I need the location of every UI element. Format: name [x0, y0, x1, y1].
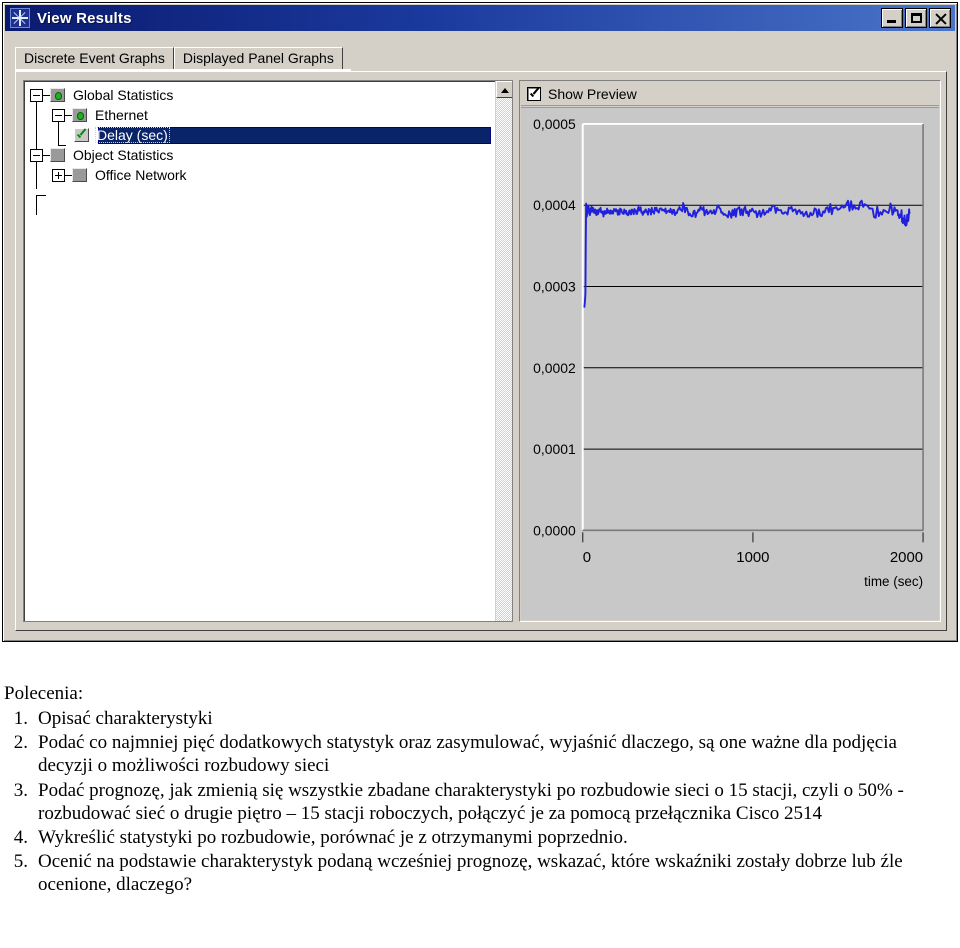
svg-text:0,0001: 0,0001	[533, 441, 576, 457]
svg-text:time (sec): time (sec)	[864, 574, 923, 589]
instructions-heading: Polecenia:	[4, 683, 84, 704]
svg-text:0,0004: 0,0004	[533, 197, 576, 213]
instructions-block: Polecenia: 1. Opisać charakterystyki 2. …	[4, 683, 956, 897]
tree-item-global-statistics[interactable]: Global Statistics	[30, 85, 495, 105]
tree-connector-icon	[43, 154, 50, 156]
scroll-up-icon[interactable]	[496, 81, 512, 98]
list-item-text: Podać co najmniej pięć dodatkowych staty…	[38, 732, 897, 777]
tree-item-office-network[interactable]: Office Network	[30, 165, 495, 185]
window-controls	[881, 8, 951, 28]
tree-item-label: Global Statistics	[73, 87, 174, 103]
svg-text:0,0002: 0,0002	[533, 360, 576, 376]
tree-connector-icon	[65, 174, 72, 176]
tree-item-label: Object Statistics	[73, 147, 174, 163]
tree-connector-line	[36, 195, 46, 196]
delay-chart-svg: 0,0000 0,0001 0,0002 0,0003 0,0004 0,0005 0 100…	[533, 116, 924, 589]
svg-text:0,0005: 0,0005	[533, 116, 576, 132]
tree-item-label: Delay (sec)	[95, 127, 170, 143]
tab-discrete-event-graphs[interactable]: Discrete Event Graphs	[15, 47, 174, 69]
expand-toggle-icon[interactable]	[52, 168, 65, 182]
list-item: 5. Ocenić na podstawie charakterystyk po…	[4, 850, 956, 896]
statistics-tree: Global Statistics Ethernet Delay (sec) O…	[24, 81, 495, 621]
list-item-text: Opisać charakterystyki	[38, 708, 213, 729]
tree-connector-icon	[65, 114, 72, 116]
star-burst-icon	[10, 8, 30, 28]
view-results-window: View Results Discrete Event Graphs Displ…	[2, 2, 958, 642]
list-item-text: Podać prognozę, jak zmienią się wszystki…	[38, 779, 904, 824]
list-item: 3. Podać prognozę, jak zmienią się wszys…	[4, 779, 956, 825]
list-item: 2. Podać co najmniej pięć dodatkowych st…	[4, 731, 956, 777]
graph-panel: Show Preview 0,0000 0,0001 0,0002 0,0003 0,0…	[519, 80, 941, 622]
list-item-text: Wykreślić statystyki po rozbudowie, poró…	[38, 826, 628, 848]
folder-plain-icon	[72, 168, 87, 182]
tab-label: Discrete Event Graphs	[24, 50, 165, 66]
tab-displayed-panel-graphs[interactable]: Displayed Panel Graphs	[173, 47, 343, 69]
folder-green-icon	[50, 88, 65, 102]
tree-item-label: Ethernet	[95, 107, 148, 123]
folder-plain-icon	[50, 148, 65, 162]
list-item-number: 2.	[13, 732, 28, 754]
title-bar: View Results	[5, 5, 955, 31]
svg-text:2000: 2000	[890, 549, 923, 566]
checkbox-checked-icon[interactable]	[74, 128, 89, 142]
list-item: 1. Opisać charakterystyki	[4, 707, 956, 730]
svg-text:0,0003: 0,0003	[533, 278, 576, 294]
collapse-toggle-icon[interactable]	[52, 108, 65, 122]
tree-item-ethernet[interactable]: Ethernet	[30, 105, 495, 125]
svg-text:1000: 1000	[736, 549, 769, 566]
tree-vertical-scrollbar[interactable]	[495, 81, 512, 621]
list-item-number: 4.	[13, 826, 28, 848]
svg-text:0: 0	[583, 549, 591, 566]
delay-chart[interactable]: 0,0000 0,0001 0,0002 0,0003 0,0004 0,0005 0 100…	[521, 107, 939, 620]
collapse-toggle-icon[interactable]	[30, 148, 43, 162]
close-button[interactable]	[929, 8, 951, 28]
list-item-text: Ocenić na podstawie charakterystyk podan…	[38, 851, 903, 896]
tree-connector-icon	[43, 94, 50, 96]
tab-strip: Discrete Event Graphs Displayed Panel Gr…	[15, 47, 343, 69]
show-preview-row[interactable]: Show Preview	[521, 82, 939, 106]
tab-label: Displayed Panel Graphs	[182, 50, 334, 66]
folder-green-icon	[72, 108, 87, 122]
show-preview-label: Show Preview	[548, 85, 637, 102]
tree-item-object-statistics[interactable]: Object Statistics	[30, 145, 495, 165]
content-pane: Global Statistics Ethernet Delay (sec) O…	[15, 71, 947, 631]
list-item: 4. Wykreślić statystyki po rozbudowie, p…	[4, 826, 956, 849]
instructions-list: 1. Opisać charakterystyki 2. Podać co na…	[4, 707, 956, 896]
show-preview-checkbox[interactable]	[527, 86, 541, 101]
tree-item-delay-sec[interactable]: Delay (sec)	[30, 125, 495, 145]
statistics-tree-panel[interactable]: Global Statistics Ethernet Delay (sec) O…	[23, 80, 513, 622]
maximize-button[interactable]	[905, 8, 927, 28]
list-item-number: 5.	[13, 851, 28, 873]
minimize-button[interactable]	[881, 8, 903, 28]
collapse-toggle-icon[interactable]	[30, 88, 43, 102]
tree-connector-line	[36, 195, 37, 215]
svg-text:0,0000: 0,0000	[533, 522, 576, 538]
window-title: View Results	[37, 9, 132, 27]
list-item-number: 3.	[13, 779, 28, 801]
list-item-number: 1.	[13, 708, 28, 729]
tree-item-label: Office Network	[95, 167, 187, 183]
